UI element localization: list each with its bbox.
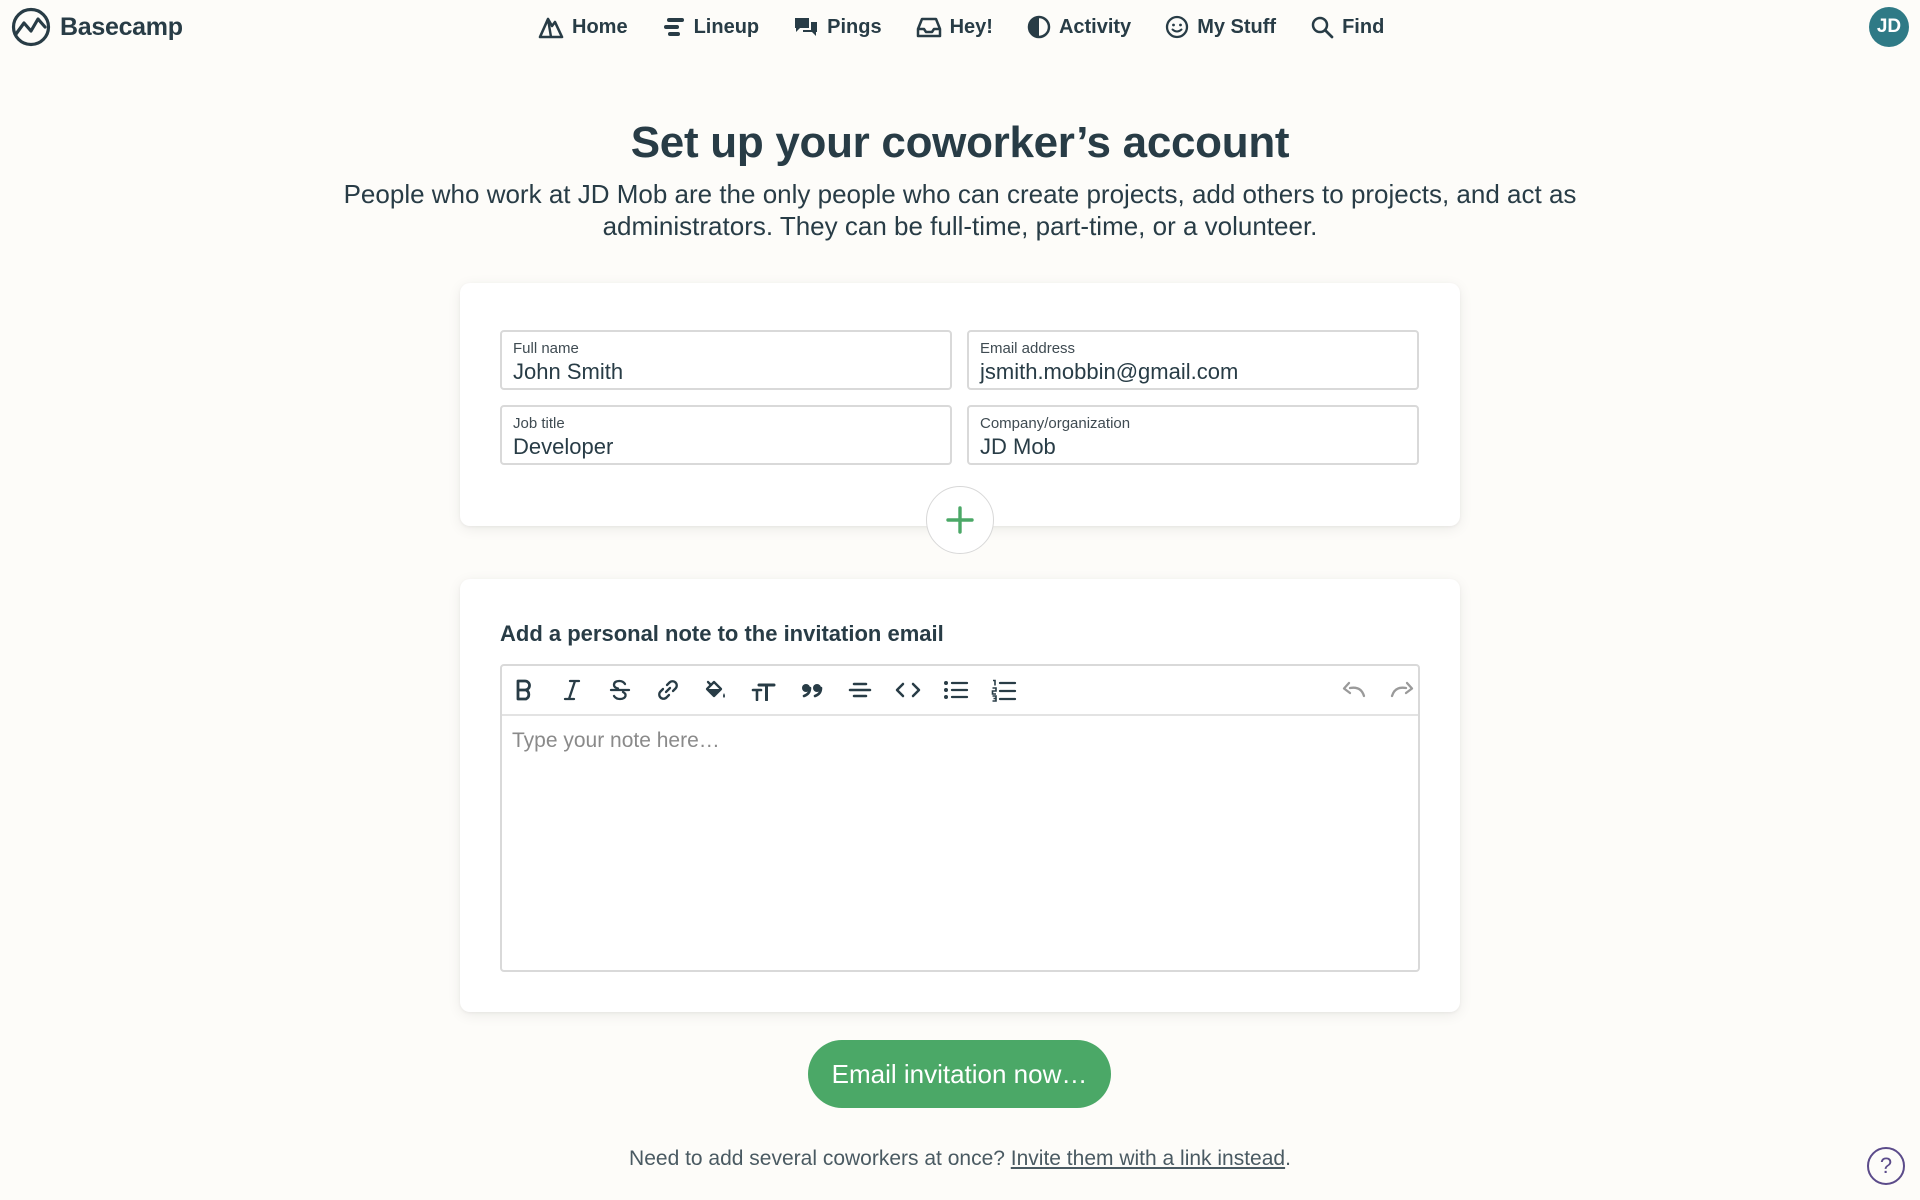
note-heading: Add a personal note to the invitation em… <box>500 621 944 646</box>
brand-name: Basecamp <box>60 12 183 41</box>
email-value[interactable]: jsmith.mobbin@gmail.com <box>980 359 1238 385</box>
horizontal-rule-button[interactable] <box>846 676 874 704</box>
italic-button[interactable] <box>558 676 586 704</box>
top-navigation: Basecamp Home Lineup Pings Hey! Activity… <box>0 0 1920 54</box>
nav-my-stuff-label: My Stuff <box>1197 15 1277 38</box>
avatar[interactable]: JD <box>1869 7 1909 47</box>
quote-button[interactable] <box>798 676 826 704</box>
job-title-value[interactable]: Developer <box>513 434 613 460</box>
invite-link-suffix: . <box>1285 1147 1291 1170</box>
note-editor: Type your note here… <box>500 664 1420 972</box>
full-name-label: Full name <box>513 340 579 357</box>
invite-with-link-link[interactable]: Invite them with a link instead <box>1011 1147 1285 1170</box>
search-icon <box>1311 16 1334 39</box>
strikethrough-button[interactable] <box>606 676 634 704</box>
email-field[interactable]: Email address jsmith.mobbin@gmail.com <box>967 330 1419 390</box>
lineup-icon <box>663 18 684 36</box>
highlight-button[interactable] <box>702 676 730 704</box>
page-description: People who work at JD Mob are the only p… <box>343 179 1577 241</box>
home-mountain-icon <box>538 17 564 39</box>
invite-link-prefix: Need to add several coworkers at once? <box>629 1147 1005 1170</box>
nav-my-stuff[interactable]: My Stuff <box>1165 10 1276 44</box>
chat-bubbles-icon <box>795 18 818 36</box>
bulleted-list-icon <box>944 681 969 699</box>
nav-home[interactable]: Home <box>538 10 628 44</box>
nav-hey[interactable]: Hey! <box>916 10 993 44</box>
email-invitation-button[interactable]: Email invitation now… <box>808 1040 1111 1108</box>
horizontal-rule-icon <box>848 682 872 698</box>
full-name-field[interactable]: Full name John Smith <box>500 330 952 390</box>
job-title-field[interactable]: Job title Developer <box>500 405 952 465</box>
basecamp-logo-icon <box>11 7 51 47</box>
main-nav: Home Lineup Pings Hey! Activity My Stuff… <box>538 10 1384 44</box>
activity-icon <box>1027 15 1051 39</box>
numbered-list-icon <box>991 679 1017 702</box>
redo-icon <box>1390 681 1414 698</box>
link-button[interactable] <box>654 676 682 704</box>
basecamp-logo[interactable]: Basecamp <box>10 7 183 47</box>
help-button[interactable]: ? <box>1867 1147 1905 1185</box>
company-label: Company/organization <box>980 415 1131 432</box>
company-value[interactable]: JD Mob <box>980 434 1056 460</box>
editor-toolbar <box>502 666 1418 716</box>
nav-lineup[interactable]: Lineup <box>662 10 760 44</box>
note-textarea[interactable]: Type your note here… <box>512 729 720 753</box>
bold-icon <box>516 679 531 701</box>
text-size-icon <box>751 683 776 701</box>
bulleted-list-button[interactable] <box>942 676 970 704</box>
code-button[interactable] <box>894 676 922 704</box>
italic-icon <box>563 679 581 701</box>
email-label: Email address <box>980 340 1076 357</box>
undo-icon <box>1342 681 1366 698</box>
plus-icon <box>946 506 974 534</box>
nav-activity-label: Activity <box>1058 15 1132 38</box>
nav-pings[interactable]: Pings <box>793 10 882 44</box>
nav-find[interactable]: Find <box>1310 10 1384 44</box>
nav-home-label: Home <box>572 15 628 38</box>
personal-note-card: Add a personal note to the invitation em… <box>460 579 1460 1012</box>
nav-lineup-label: Lineup <box>693 15 760 38</box>
redo-button[interactable] <box>1388 676 1416 704</box>
page-title: Set up your coworker’s account <box>630 118 1290 167</box>
full-name-value[interactable]: John Smith <box>513 359 623 385</box>
link-icon <box>658 680 678 700</box>
text-size-button[interactable] <box>750 676 778 704</box>
nav-activity[interactable]: Activity <box>1027 10 1131 44</box>
strikethrough-icon <box>609 679 631 701</box>
quote-icon <box>802 684 823 698</box>
nav-pings-label: Pings <box>827 15 882 38</box>
invite-link-note: Need to add several coworkers at once? I… <box>0 1147 1920 1171</box>
smiley-icon <box>1166 15 1189 39</box>
job-title-label: Job title <box>513 415 565 432</box>
numbered-list-button[interactable] <box>990 676 1018 704</box>
nav-find-label: Find <box>1342 15 1385 38</box>
undo-button[interactable] <box>1340 676 1368 704</box>
nav-hey-label: Hey! <box>949 15 993 38</box>
add-another-person-button[interactable] <box>926 486 994 554</box>
company-field[interactable]: Company/organization JD Mob <box>967 405 1419 465</box>
code-icon <box>895 682 921 698</box>
bold-button[interactable] <box>510 676 538 704</box>
inbox-icon <box>916 17 941 38</box>
paint-bucket-icon <box>705 680 725 698</box>
